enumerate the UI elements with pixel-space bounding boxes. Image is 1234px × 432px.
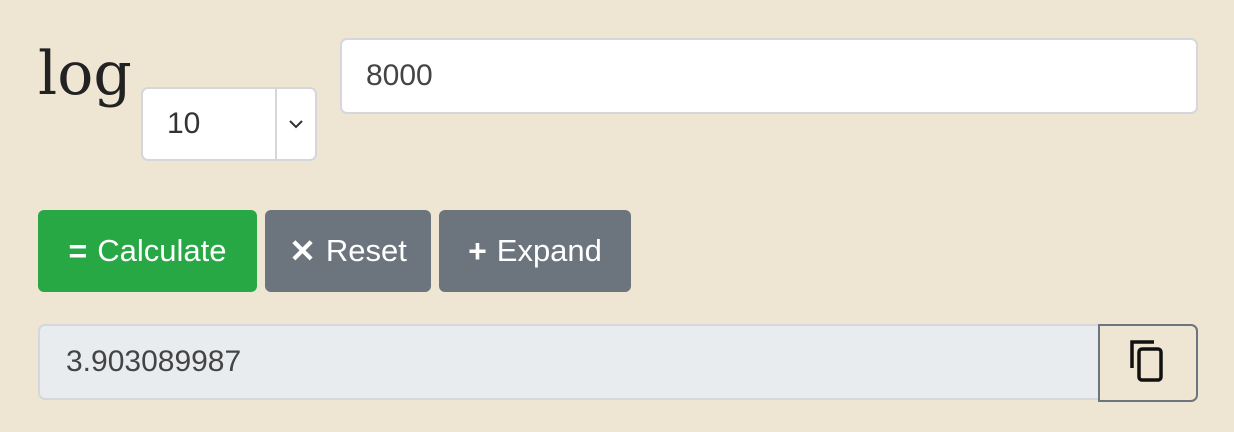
reset-button[interactable]: ✕ Reset	[265, 210, 431, 292]
close-icon: ✕	[289, 233, 316, 269]
expand-button[interactable]: + Expand	[439, 210, 631, 292]
copy-button[interactable]	[1098, 324, 1198, 402]
plus-icon: +	[468, 232, 487, 269]
base-select[interactable]: 10	[141, 87, 317, 161]
base-select-value: 10	[167, 107, 201, 140]
number-input[interactable]: 8000	[340, 38, 1198, 114]
copy-icon	[1128, 338, 1168, 389]
calculate-label: Calculate	[97, 233, 227, 268]
expand-label: Expand	[496, 233, 602, 268]
result-field[interactable]: 3.903089987	[38, 324, 1099, 400]
reset-label: Reset	[325, 233, 407, 268]
log-label: log	[38, 39, 132, 109]
equals-icon: =	[68, 232, 88, 269]
calculate-button[interactable]: = Calculate	[38, 210, 257, 292]
chevron-down-icon[interactable]	[275, 89, 315, 159]
